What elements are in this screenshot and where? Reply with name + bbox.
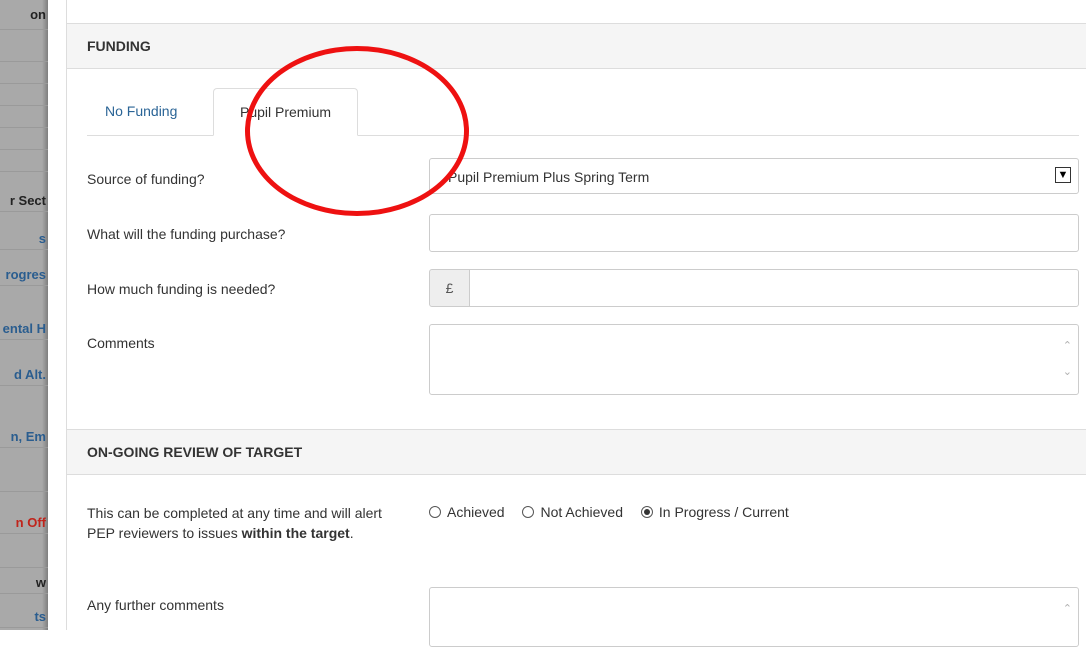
- sidebar-item[interactable]: d Alt.: [0, 364, 48, 386]
- review-heading: ON-GOING REVIEW OF TARGET: [87, 444, 303, 460]
- sidebar-item[interactable]: n Off: [0, 512, 48, 534]
- funding-amount-input[interactable]: [469, 269, 1079, 307]
- scroll-up-icon[interactable]: ⌃: [1063, 602, 1072, 615]
- radio-label: In Progress / Current: [658, 504, 789, 520]
- main-panel: FUNDING No Funding Pupil Premium Source …: [66, 0, 1086, 647]
- sidebar-item-label: rogres: [5, 267, 46, 282]
- radio-label: Not Achieved: [540, 504, 623, 520]
- radio-label: Achieved: [447, 504, 505, 520]
- source-of-funding-select[interactable]: Pupil Premium Plus Spring Term ▼: [429, 158, 1079, 194]
- sidebar-item[interactable]: ental H: [0, 318, 48, 340]
- further-comments-label: Any further comments: [87, 597, 224, 613]
- scroll-down-icon[interactable]: ⌄: [1063, 365, 1072, 378]
- sidebar-item[interactable]: n, Em: [0, 426, 48, 448]
- funding-section-header: FUNDING: [67, 23, 1086, 69]
- sidebar-item[interactable]: [0, 470, 48, 492]
- radio-checked-icon[interactable]: [640, 506, 653, 518]
- sidebar-item[interactable]: [0, 62, 48, 84]
- chevron-down-icon[interactable]: ▼: [1055, 167, 1071, 183]
- comments-textarea[interactable]: ⌃ ⌄: [429, 324, 1079, 395]
- sidebar-item-label: d Alt.: [13, 367, 46, 382]
- review-description-end: .: [349, 525, 354, 541]
- source-of-funding-value: Pupil Premium Plus Spring Term: [448, 169, 650, 185]
- sidebar-item[interactable]: [0, 106, 48, 128]
- sidebar-item-label: ental H: [2, 321, 46, 336]
- funding-heading: FUNDING: [87, 38, 151, 54]
- currency-addon: £: [429, 269, 470, 307]
- radio-circle-icon[interactable]: [522, 506, 535, 518]
- radio-circle-icon[interactable]: [429, 506, 441, 518]
- radio-not-achieved[interactable]: Not Achieved: [522, 504, 623, 520]
- radio-in-progress[interactable]: In Progress / Current: [640, 504, 789, 520]
- sidebar-section-heading: r Sect: [0, 190, 48, 212]
- tab-no-funding[interactable]: No Funding: [87, 88, 195, 135]
- tab-pupil-premium[interactable]: Pupil Premium: [213, 88, 358, 136]
- review-description-emphasis: within the target: [241, 525, 350, 541]
- funding-amount-label: How much funding is needed?: [87, 281, 276, 297]
- sidebar-item[interactable]: rogres: [0, 264, 48, 286]
- sidebar-item-label: s: [38, 231, 46, 246]
- sidebar-item[interactable]: s: [0, 228, 48, 250]
- sidebar-item[interactable]: [0, 546, 48, 568]
- comments-label: Comments: [87, 335, 155, 351]
- sidebar-section-heading: w: [0, 572, 48, 594]
- sidebar-item-label: on: [30, 7, 46, 22]
- further-comments-textarea[interactable]: ⌃: [429, 587, 1079, 647]
- funding-purchase-input[interactable]: [429, 214, 1079, 252]
- sidebar-item[interactable]: [0, 128, 48, 150]
- scroll-up-icon[interactable]: ⌃: [1063, 339, 1072, 352]
- funding-tabs: No Funding Pupil Premium: [87, 88, 1079, 136]
- sidebar-item-label: r Sect: [9, 193, 46, 208]
- radio-achieved[interactable]: Achieved: [429, 504, 505, 520]
- sidebar-item[interactable]: ts: [0, 606, 48, 628]
- review-description: This can be completed at any time and wi…: [87, 503, 387, 543]
- sidebar-item-label: w: [35, 575, 46, 590]
- sidebar-item-label: n, Em: [10, 429, 46, 444]
- sidebar-item[interactable]: [0, 40, 48, 62]
- sidebar-item: on: [0, 0, 48, 30]
- sidebar: on r Sect s rogres ental H d Alt. n, Em …: [0, 0, 48, 630]
- source-of-funding-label: Source of funding?: [87, 171, 205, 187]
- sidebar-item[interactable]: [0, 150, 48, 172]
- sidebar-item-label: n Off: [15, 515, 46, 530]
- funding-amount-group: £: [429, 269, 1079, 307]
- funding-purchase-label: What will the funding purchase?: [87, 226, 286, 242]
- review-status-radios: Achieved Not Achieved In Progress / Curr…: [429, 504, 803, 520]
- sidebar-item-label: ts: [34, 609, 46, 624]
- sidebar-item[interactable]: [0, 84, 48, 106]
- review-section-header: ON-GOING REVIEW OF TARGET: [67, 429, 1086, 475]
